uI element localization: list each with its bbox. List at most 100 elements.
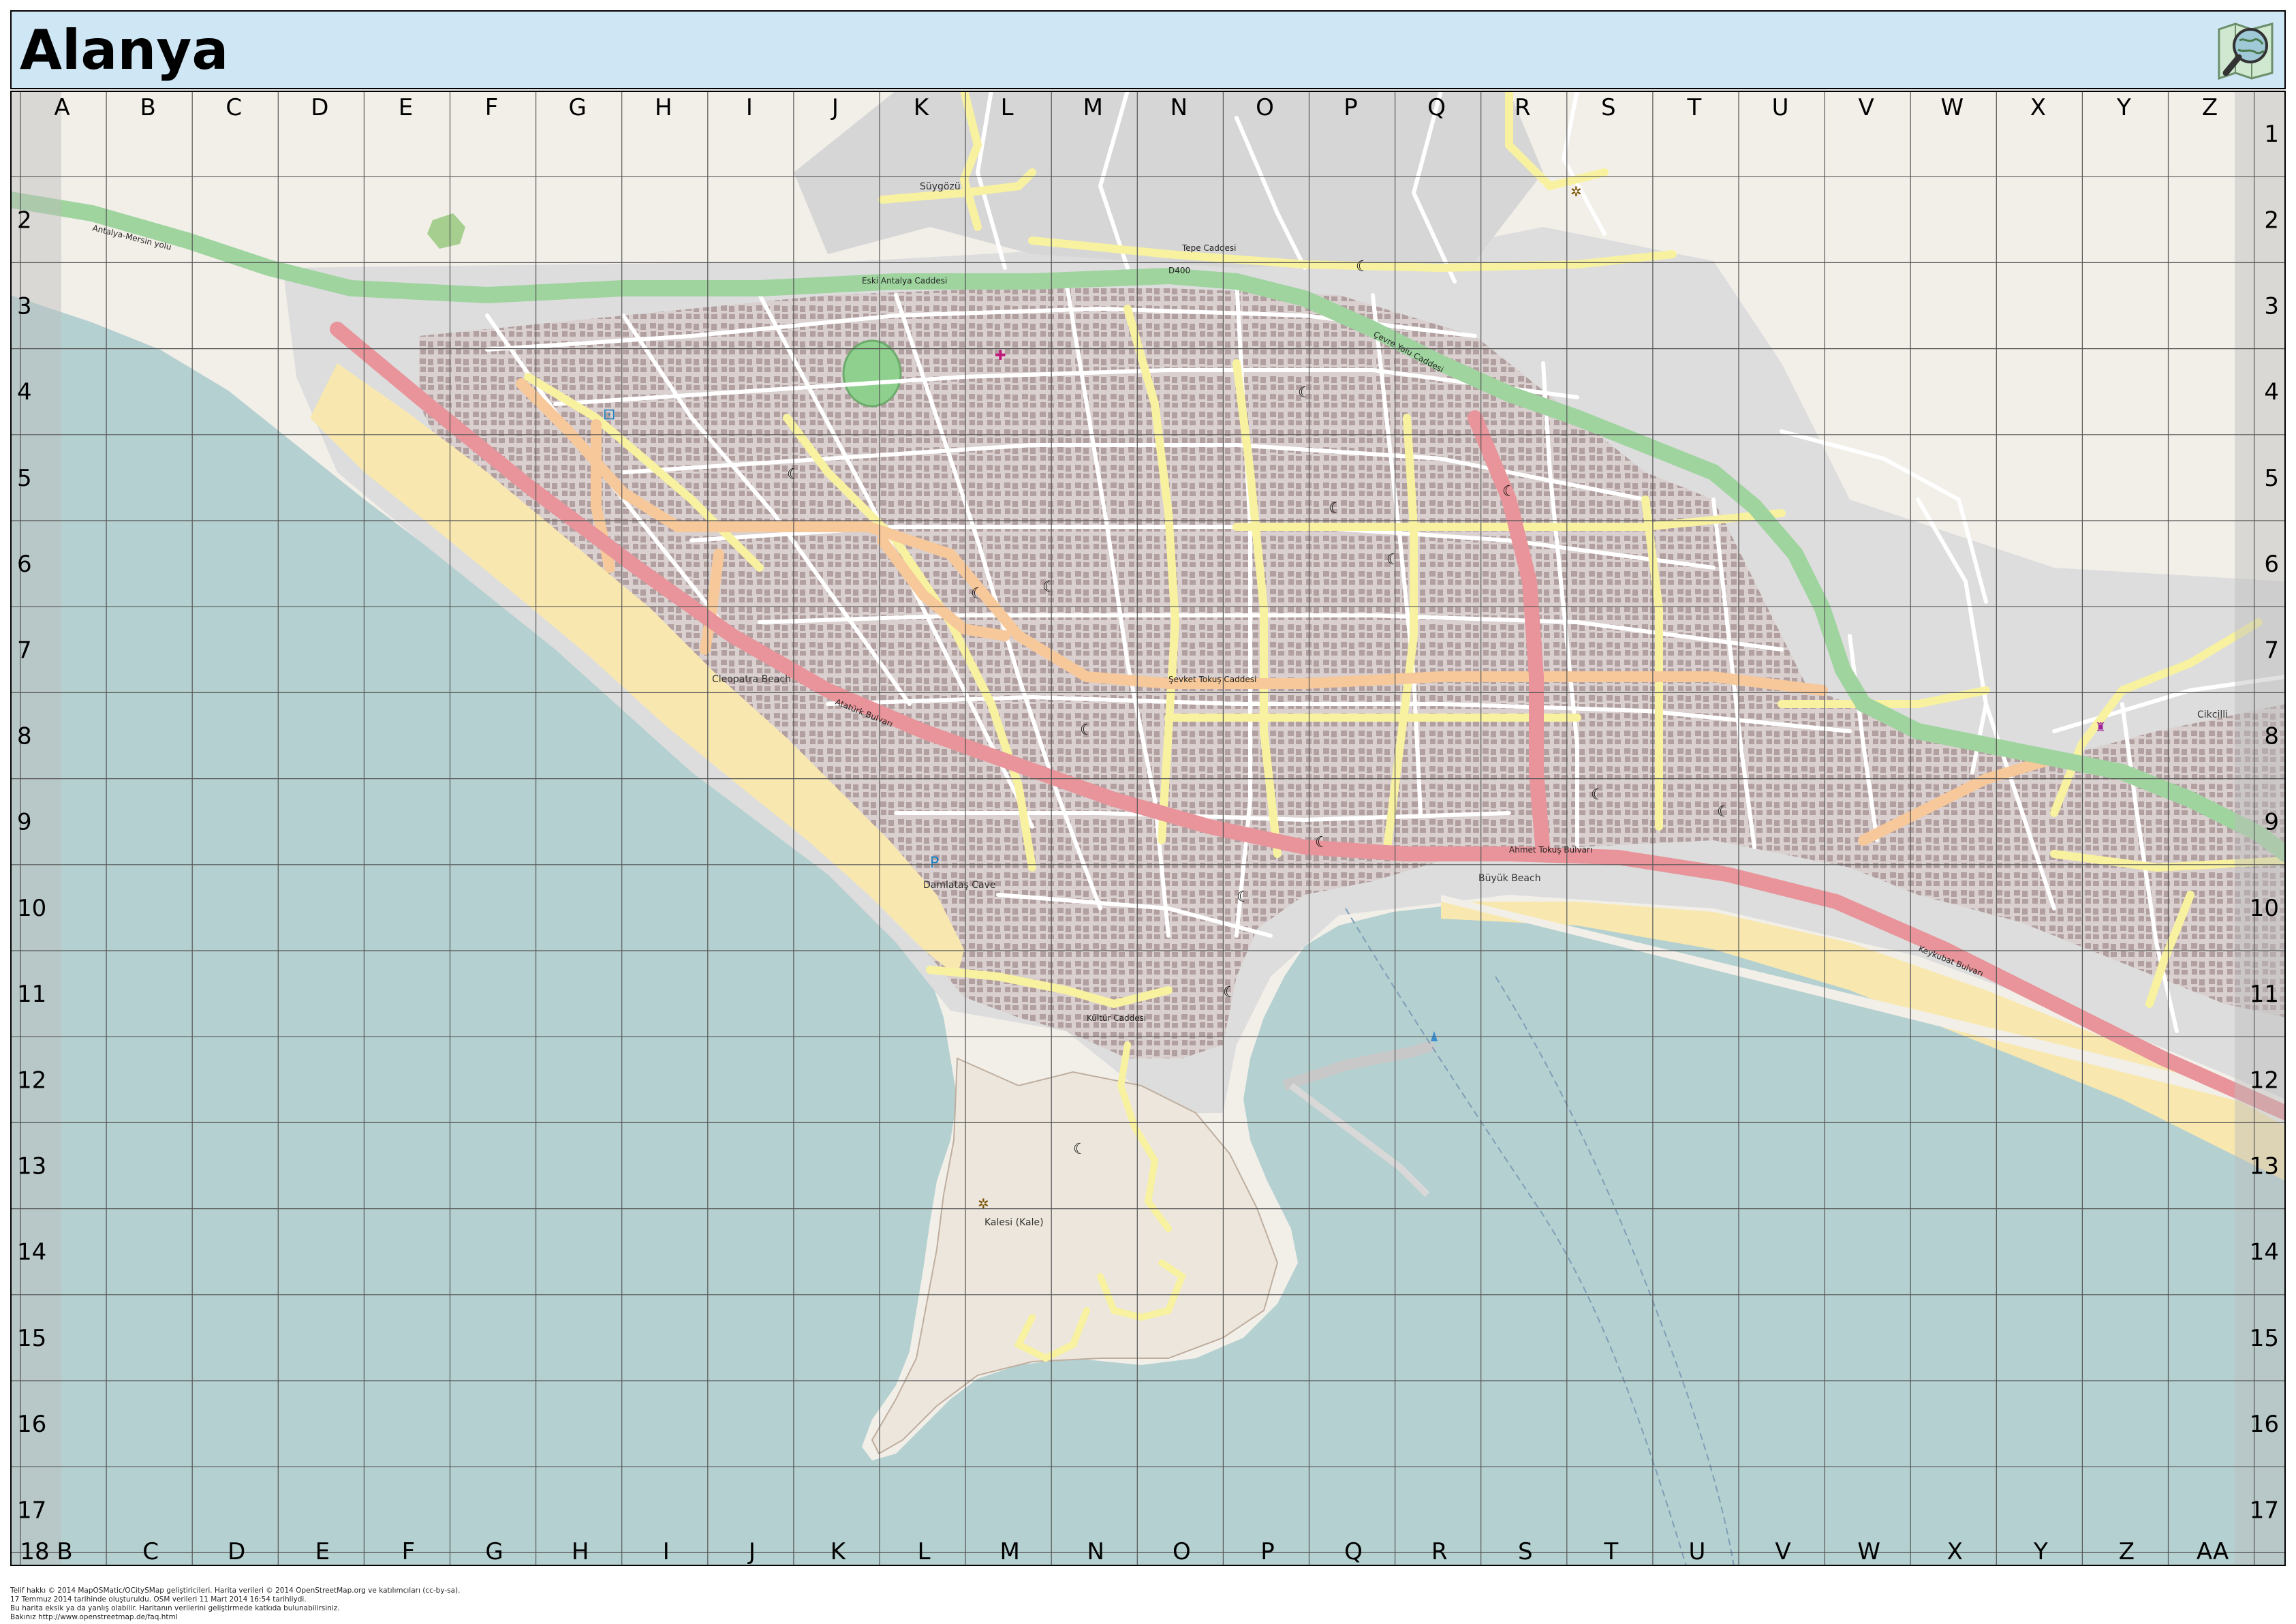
svg-text:☾: ☾ [1237, 889, 1250, 906]
place-label-kalesi: Kalesi (Kale) [984, 1217, 1044, 1228]
grid-row-label: 15 [17, 1325, 46, 1352]
svg-text:☾: ☾ [1223, 984, 1237, 1001]
grid-column-label: L [1001, 94, 1014, 121]
grid-row-label: 10 [17, 895, 46, 922]
road-label-tepe: Tepe Caddesi [1181, 243, 1236, 253]
grid-bottom-label: Z [2119, 1538, 2135, 1565]
parking-icon: P [930, 855, 939, 872]
place-label-cleopatra: Cleopatra Beach [712, 674, 791, 685]
grid-column-label: E [399, 94, 413, 121]
grid-column-label: C [226, 94, 242, 121]
place-label-buyuk-beach: Büyük Beach [1478, 873, 1541, 884]
grid-row-label: 12 [17, 1067, 46, 1094]
bus-station-icon: ⊡ [603, 406, 615, 423]
grid-row-label: 5 [17, 465, 32, 492]
grid-row-label-right: 14 [2250, 1239, 2279, 1266]
hospital-icon: ✚ [995, 347, 1006, 363]
city-map[interactable]: ☾ ☾ ☾ ☾ ☾ ☾ ☾ ☾ ☾ ☾ ☾ ☾ ☾ ☾ ☾ ✚ ⊡ P ✲ ✲ … [10, 91, 2286, 1566]
grid-row-label-right: 13 [2250, 1153, 2279, 1180]
grid-bottom-label: H [572, 1538, 589, 1565]
grid-column-label: G [568, 94, 586, 121]
grid-column-label: V [1859, 94, 1874, 121]
grid-bottom-label: R [1431, 1538, 1448, 1565]
svg-text:☾: ☾ [1073, 1141, 1087, 1158]
cinema-icon: ♜ [2095, 720, 2106, 735]
grid-column-label: N [1170, 94, 1188, 121]
grid-column-label: H [655, 94, 672, 121]
grid-column-label: M [1083, 94, 1103, 121]
grid-bottom-label: Y [2033, 1538, 2048, 1565]
grid-column-label: T [1687, 94, 1702, 121]
grid-bottom-label: C [142, 1538, 159, 1565]
grid-bottom-label: I [663, 1538, 670, 1565]
grid-bottom-label: AA [2197, 1538, 2229, 1565]
grid-column-label: R [1515, 94, 1531, 121]
place-label-suygozu: Süygözü [920, 181, 961, 192]
grid-bottom-label: O [1173, 1538, 1191, 1565]
grid-row-label: 14 [17, 1239, 46, 1266]
grid-column-label: D [311, 94, 328, 121]
grid-row-label: 13 [17, 1153, 46, 1180]
grid-row-label-right: 3 [2264, 293, 2279, 320]
grid-row-label: 4 [17, 379, 32, 406]
castle-viewpoint-icon: ✲ [978, 1195, 989, 1212]
footer-line: Bu harita eksik ya da yanlış olabilir. H… [10, 1604, 340, 1612]
grid-bottom-label: J [747, 1538, 756, 1565]
svg-text:☾: ☾ [1315, 834, 1329, 851]
grid-bottom-label: L [918, 1538, 931, 1565]
grid-bottom-label: S [1518, 1538, 1533, 1565]
grid-bottom-label: E [315, 1538, 330, 1565]
grid-column-label: I [746, 94, 753, 121]
grid-column-label: A [54, 94, 69, 121]
grid-bottom-label: B [57, 1538, 72, 1565]
grid-column-label: O [1256, 94, 1274, 121]
road-label-d400: D400 [1168, 266, 1190, 275]
svg-text:☾: ☾ [1502, 483, 1516, 500]
grid-column-label: Z [2202, 94, 2218, 121]
grid-column-label: W [1940, 94, 1964, 121]
footer-line: Bakınız http://www.openstreetmap.de/faq.… [10, 1613, 178, 1621]
grid-row-label-right: 8 [2264, 723, 2279, 750]
road-label-eski-antalya: Eski Antalya Caddesi [862, 276, 947, 286]
grid-bottom-label: K [831, 1538, 847, 1565]
map-globe-magnifier-icon [2218, 22, 2274, 80]
grid-row-label: 7 [17, 637, 32, 664]
grid-row-label-right: 2 [2264, 206, 2279, 234]
grid-column-label: J [831, 94, 839, 121]
grid-row-label: 6 [17, 551, 32, 578]
grid-bottom-label: 18 [20, 1538, 49, 1565]
grid-row-label-right: 16 [2250, 1411, 2279, 1438]
grid-bottom-label: P [1260, 1538, 1275, 1565]
grid-column-label: X [2030, 94, 2046, 121]
grid-column-label: K [914, 94, 930, 121]
grid-row-label: 11 [17, 981, 46, 1008]
grid-row-label-right: 15 [2250, 1325, 2279, 1352]
grid-row-label-right: 9 [2264, 809, 2279, 836]
grid-column-label: P [1344, 94, 1358, 121]
place-label-cikcilli: Cikcilli [2197, 709, 2228, 720]
grid-column-label: Y [2116, 94, 2131, 121]
grid-row-label: 16 [17, 1411, 46, 1438]
grid-bottom-label: G [485, 1538, 503, 1565]
grid-bottom-label: N [1087, 1538, 1104, 1565]
title-bar: Alanya [10, 10, 2286, 89]
grid-row-label: 9 [17, 809, 32, 836]
svg-text:☾: ☾ [971, 585, 984, 602]
grid-row-label-right: 5 [2264, 465, 2279, 492]
grid-row-label-right: 12 [2250, 1067, 2279, 1094]
grid-bottom-label: V [1775, 1538, 1790, 1565]
grid-row-label-right: 6 [2264, 551, 2279, 578]
grid-row-label: 3 [17, 293, 32, 320]
grid-bottom-label: U [1689, 1538, 1706, 1565]
grid-column-label: S [1601, 94, 1616, 121]
map-footer: Telif hakkı © 2014 MapOSMatic/OCitySMap … [10, 1587, 964, 1622]
grid-column-label: U [1772, 94, 1789, 121]
grid-row-label: 2 [17, 206, 32, 234]
place-label-damlatas: Damlataş Cave [923, 880, 996, 891]
grid-row-label-right: 4 [2264, 379, 2279, 406]
footer-line: 17 Temmuz 2014 tarihinde oluşturuldu. OS… [10, 1595, 307, 1604]
grid-bottom-label: M [999, 1538, 1019, 1565]
grid-row-label-right: 11 [2250, 981, 2279, 1008]
grid-bottom-label: X [1947, 1538, 1963, 1565]
grid-bottom-label: T [1603, 1538, 1618, 1565]
